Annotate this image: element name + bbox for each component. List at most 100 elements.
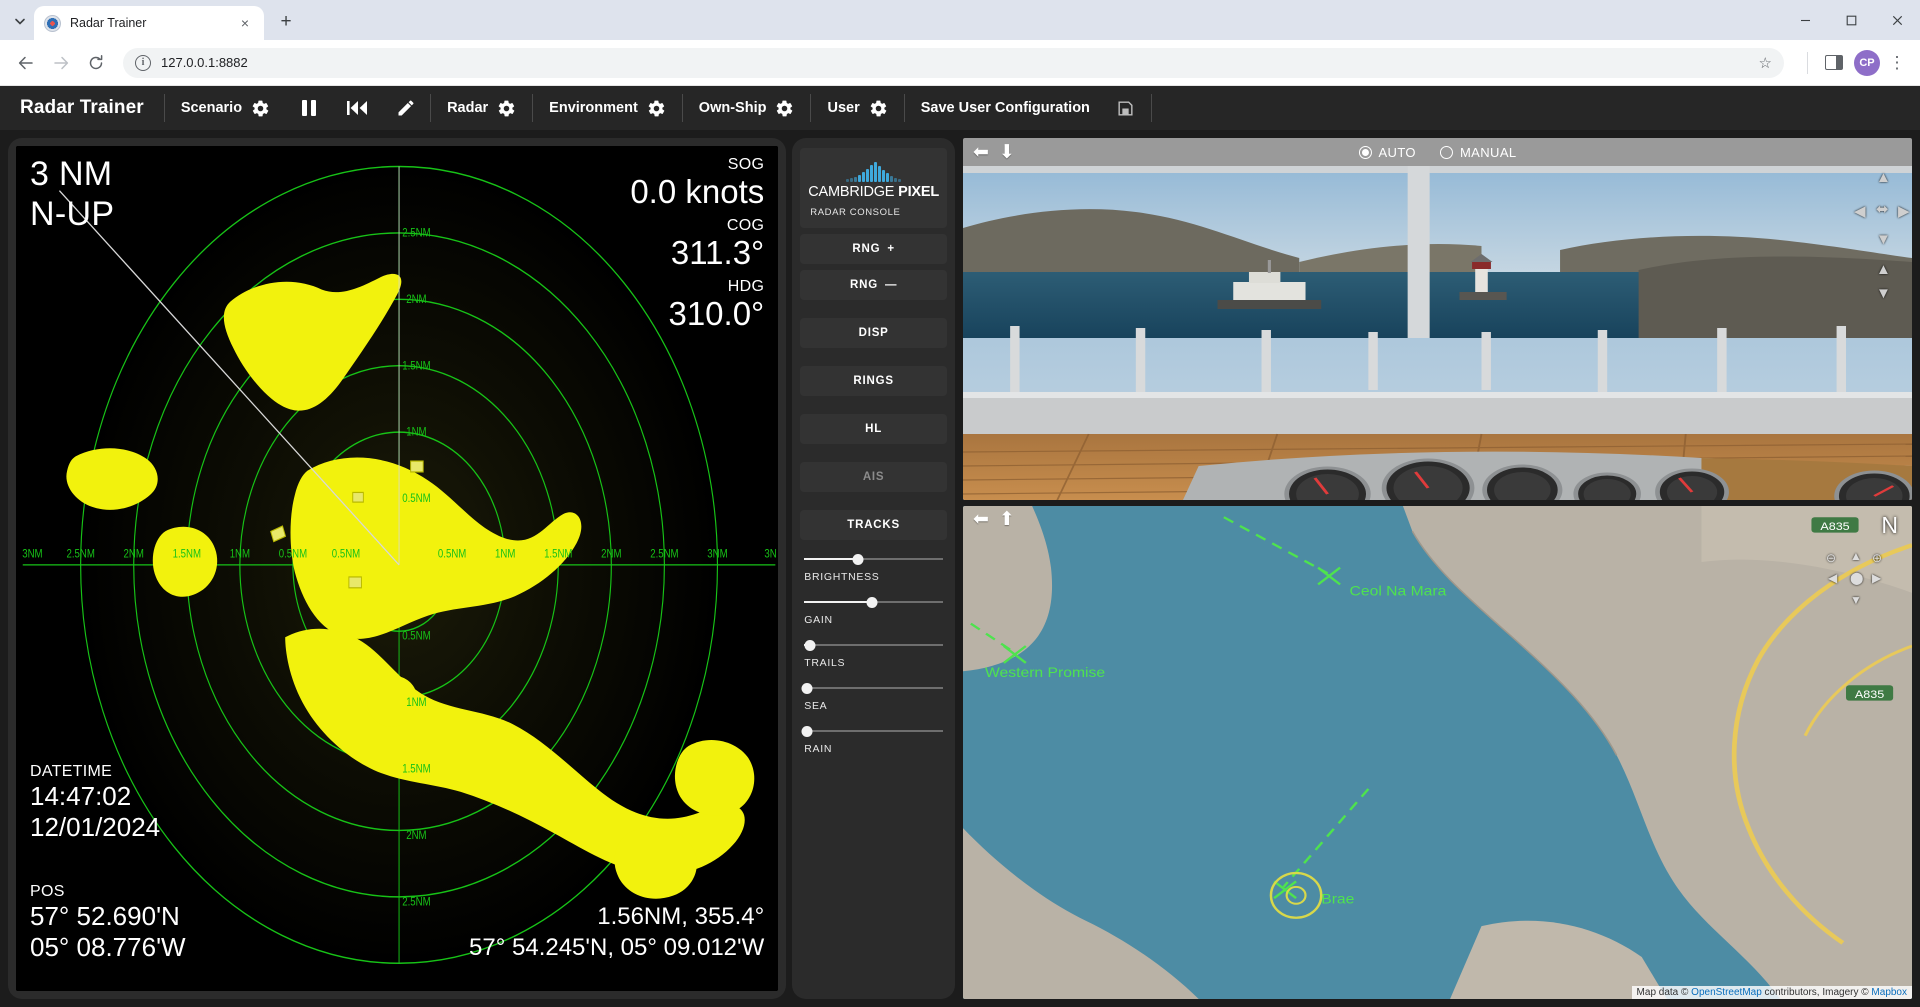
reload-icon[interactable] — [80, 47, 112, 79]
pan-left-icon[interactable]: ◀ — [1854, 204, 1866, 219]
pan-down-icon[interactable]: ▼ — [1876, 232, 1891, 247]
brightness-slider[interactable] — [804, 552, 943, 566]
map-canvas[interactable]: A835 A835 — [963, 506, 1912, 999]
side-panel-icon[interactable] — [1818, 47, 1850, 79]
svg-text:1.5NM: 1.5NM — [402, 359, 430, 372]
bridge-view-toolbar: ⬅ ⬇ AUTO MANUAL — [963, 138, 1912, 166]
map-center-icon[interactable]: ⬤ — [1850, 572, 1863, 584]
menu-scenario[interactable]: Scenario — [165, 86, 286, 130]
map-zoom-out-icon[interactable]: ⊖ — [1826, 552, 1836, 564]
menu-user[interactable]: User — [811, 86, 903, 130]
rings-button[interactable]: RINGS — [800, 366, 947, 396]
maximize-button[interactable] — [1828, 0, 1874, 40]
gain-slider[interactable] — [804, 595, 943, 609]
tilt-up-icon[interactable]: ▲ — [1876, 262, 1891, 277]
radar-console-panel: CAMBRIDGE PIXEL RADAR CONSOLE RNG + RNG … — [792, 138, 955, 999]
svg-text:2.5NM: 2.5NM — [402, 895, 430, 908]
minimize-button[interactable] — [1782, 0, 1828, 40]
map-pan-up-icon[interactable]: ▲ — [1850, 550, 1862, 562]
tracks-button[interactable]: TRACKS — [800, 510, 947, 540]
site-info-icon[interactable]: i — [135, 55, 151, 71]
manual-radio-icon[interactable] — [1440, 146, 1453, 159]
svg-text:1.5NM: 1.5NM — [544, 548, 572, 561]
map-up-arrow-icon[interactable]: ⬆ — [999, 510, 1015, 529]
camera-pan-controls[interactable]: ▲ ◀ ⬌ ▶ ▼ ▲ ▼ — [1852, 170, 1906, 300]
gear-icon[interactable] — [869, 99, 888, 118]
address-bar[interactable]: i 127.0.0.1:8882 ☆ — [123, 48, 1784, 78]
longitude-value: 05° 08.776'W — [30, 932, 186, 963]
pan-up-icon[interactable]: ▲ — [1876, 170, 1891, 185]
tab-strip: Radar Trainer × + — [0, 0, 1920, 40]
openstreetmap-link[interactable]: OpenStreetMap — [1691, 987, 1762, 998]
new-tab-button[interactable]: + — [272, 8, 300, 36]
bridge-view-panel: ⬅ ⬇ AUTO MANUAL — [963, 138, 1912, 500]
rain-label: RAIN — [804, 743, 943, 755]
pause-button[interactable] — [286, 86, 332, 130]
forward-icon[interactable] — [45, 47, 77, 79]
pan-right-icon[interactable]: ▶ — [1898, 204, 1910, 219]
svg-text:2NM: 2NM — [124, 548, 144, 561]
menu-environment[interactable]: Environment — [533, 86, 682, 130]
menu-radar[interactable]: Radar — [431, 86, 532, 130]
menu-own-ship[interactable]: Own-Ship — [683, 86, 811, 130]
brand-box: CAMBRIDGE PIXEL RADAR CONSOLE — [800, 148, 947, 228]
gear-icon[interactable] — [647, 99, 666, 118]
back-arrow-icon[interactable]: ⬅ — [973, 143, 989, 162]
map-pan-zoom-controls[interactable]: ⊖ ▲ ⊕ ◀ ⬤ ▶ ▼ — [1826, 548, 1892, 610]
time-value: 14:47:02 — [30, 781, 160, 812]
map-graphics: A835 A835 — [963, 506, 1912, 999]
radio-auto[interactable]: AUTO — [1358, 145, 1415, 160]
bridge-3d-scene[interactable]: ▲ ◀ ⬌ ▶ ▼ ▲ ▼ — [963, 166, 1912, 500]
gear-icon[interactable] — [497, 99, 516, 118]
map-zoom-in-icon[interactable]: ⊕ — [1872, 552, 1882, 564]
tilt-down-icon[interactable]: ▼ — [1876, 286, 1891, 301]
mapbox-link[interactable]: Mapbox — [1871, 987, 1907, 998]
cursor-range-bearing: 1.56NM, 355.4° — [469, 901, 764, 932]
radar-display[interactable]: 2.5NM 2NM 1.5NM 1NM 0.5NM 0.5NM 1NM 1.5N… — [16, 146, 778, 991]
brand-first: CAMBRIDGE — [808, 184, 898, 200]
map-pan-right-icon[interactable]: ▶ — [1872, 572, 1881, 584]
rain-slider[interactable] — [804, 724, 943, 738]
disp-button[interactable]: DISP — [800, 318, 947, 348]
rng-plus-button[interactable]: RNG + — [800, 234, 947, 264]
own-ship-label: Own-Ship — [699, 100, 767, 116]
edit-pencil-button[interactable] — [382, 86, 430, 130]
radio-manual[interactable]: MANUAL — [1440, 145, 1517, 160]
hl-button[interactable]: HL — [800, 414, 947, 444]
environment-label: Environment — [549, 100, 638, 116]
rng-minus-button[interactable]: RNG — — [800, 270, 947, 300]
close-tab-icon[interactable]: × — [236, 14, 254, 32]
gear-icon[interactable] — [251, 99, 270, 118]
map-pan-left-icon[interactable]: ◀ — [1828, 572, 1837, 584]
close-window-button[interactable] — [1874, 0, 1920, 40]
ais-button[interactable]: AIS — [800, 462, 947, 492]
browser-tab[interactable]: Radar Trainer × — [34, 6, 264, 40]
sea-slider[interactable] — [804, 681, 943, 695]
sog-label: SOG — [630, 156, 764, 174]
navigation-readouts: SOG 0.0 knots COG 311.3° HDG 310.0° — [630, 156, 764, 339]
browser-menu-icon[interactable]: ⋮ — [1884, 54, 1910, 71]
chart-map-panel: A835 A835 — [963, 506, 1912, 999]
radar-card: 2.5NM 2NM 1.5NM 1NM 0.5NM 0.5NM 1NM 1.5N… — [8, 138, 786, 999]
map-pan-down-icon[interactable]: ▼ — [1850, 594, 1862, 606]
tab-title: Radar Trainer — [70, 16, 227, 30]
app-title: Radar Trainer — [0, 97, 164, 119]
pan-center-icon[interactable]: ⬌ — [1876, 202, 1889, 217]
tab-list-button[interactable] — [6, 7, 34, 35]
down-arrow-icon[interactable]: ⬇ — [999, 143, 1015, 162]
brand-subtitle: RADAR CONSOLE — [808, 207, 939, 218]
back-icon[interactable] — [10, 47, 42, 79]
gear-icon[interactable] — [775, 99, 794, 118]
profile-avatar[interactable]: CP — [1854, 50, 1880, 76]
trails-slider[interactable] — [804, 638, 943, 652]
app-toolbar: Radar Trainer Scenario — [0, 86, 1920, 130]
menu-save-user-configuration[interactable]: Save User Configuration — [905, 86, 1151, 130]
save-icon[interactable] — [1116, 99, 1135, 118]
auto-radio-icon[interactable] — [1358, 146, 1371, 159]
right-column: ⬅ ⬇ AUTO MANUAL — [963, 138, 1912, 999]
svg-text:Ceol Na Mara: Ceol Na Mara — [1350, 584, 1448, 599]
map-back-arrow-icon[interactable]: ⬅ — [973, 510, 989, 529]
svg-text:3NM: 3NM — [707, 548, 727, 561]
rewind-button[interactable] — [332, 86, 382, 130]
bookmark-icon[interactable]: ☆ — [1759, 54, 1772, 72]
